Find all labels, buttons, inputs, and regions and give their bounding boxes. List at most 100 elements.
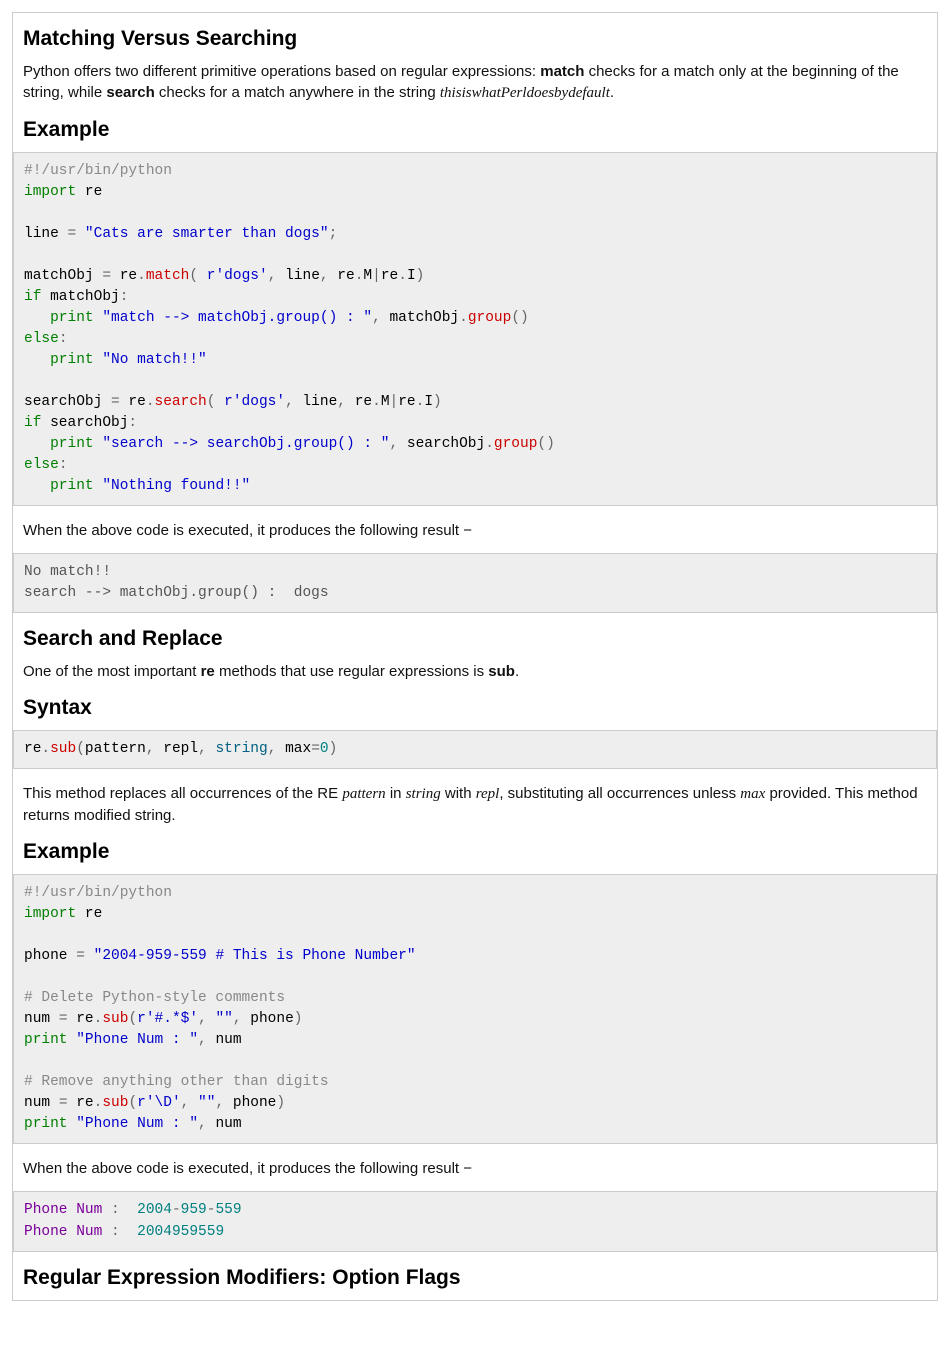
code-string: "search --> searchObj.group() : " [94, 436, 390, 452]
code-re: re [120, 394, 146, 410]
code-flag: M [381, 394, 390, 410]
code-rawstr: r'dogs' [224, 394, 285, 410]
code-var: num [24, 1095, 59, 1111]
code-comma: , [198, 1116, 207, 1132]
code-comma: , [389, 436, 398, 452]
code-paren: ) [294, 1011, 303, 1027]
code-comma: , [146, 741, 155, 757]
code-group: group [494, 436, 538, 452]
code-indent [24, 352, 50, 368]
code-if: if [24, 415, 41, 431]
output-text: Phone [24, 1202, 68, 1218]
code-var: searchObj [41, 415, 128, 431]
code-sub: sub [102, 1011, 128, 1027]
code-rawstr: r'#.*$' [137, 1011, 198, 1027]
code-paren: ) [329, 741, 338, 757]
code-comma: , [198, 1032, 207, 1048]
code-flag: M [363, 268, 372, 284]
text: . [610, 84, 614, 101]
code-dot: . [137, 268, 146, 284]
code-arg: repl [155, 741, 199, 757]
heading-syntax: Syntax [23, 696, 927, 720]
code-arg: num [207, 1032, 242, 1048]
code-comma: , [337, 394, 346, 410]
code-dot: . [459, 310, 468, 326]
heading-example-1: Example [23, 118, 927, 142]
italic-repl: repl [476, 786, 500, 802]
code-paren: ( [76, 741, 85, 757]
code-comma: , [198, 1011, 207, 1027]
code-rawstr: r'dogs' [207, 268, 268, 284]
output-num: 559 [215, 1202, 241, 1218]
output-text: Num [68, 1224, 112, 1240]
italic-pattern: pattern [342, 786, 385, 802]
code-if: if [24, 289, 41, 305]
code-var: line [24, 226, 68, 242]
code-arg: string [207, 741, 268, 757]
code-print: print [50, 352, 94, 368]
code-paren: ( [128, 1095, 137, 1111]
code-eq: = [311, 741, 320, 757]
code-pipe: | [390, 394, 399, 410]
code-colon: : [128, 415, 137, 431]
text: in [386, 785, 406, 802]
code-eq: = [111, 394, 120, 410]
code-string: "" [189, 1095, 215, 1111]
output-text: Num [68, 1202, 112, 1218]
code-arg: line [276, 268, 320, 284]
code-block-2: #!/usr/bin/python import re phone = "200… [13, 874, 937, 1144]
code-var: matchObj [24, 268, 102, 284]
code-print: print [24, 1032, 68, 1048]
code-match: match [146, 268, 190, 284]
output-colon: : [111, 1224, 120, 1240]
code-group: group [468, 310, 512, 326]
intro-paragraph: Python offers two different primitive op… [23, 61, 927, 104]
code-comma: , [320, 268, 329, 284]
code-eq: = [59, 1011, 68, 1027]
code-rawstr: r'\D' [137, 1095, 181, 1111]
document-page: Matching Versus Searching Python offers … [12, 12, 938, 1301]
code-string: "Nothing found!!" [94, 478, 251, 494]
code-re: re [346, 394, 372, 410]
heading-matching-vs-searching: Matching Versus Searching [23, 27, 927, 51]
code-import: import [24, 184, 76, 200]
code-var: searchObj [398, 436, 485, 452]
code-colon: : [59, 331, 68, 347]
code-eq: = [76, 948, 85, 964]
code-var: phone [24, 948, 76, 964]
code-import: import [24, 906, 76, 922]
search-replace-paragraph: One of the most important re methods tha… [23, 661, 927, 682]
code-comma: , [215, 1095, 224, 1111]
code-dot: . [372, 394, 381, 410]
output-colon: : [111, 1202, 120, 1218]
code-paren: ) [416, 268, 425, 284]
code-re: re [398, 394, 415, 410]
code-re: re [111, 268, 137, 284]
code-re: re [76, 906, 102, 922]
code-print: print [50, 436, 94, 452]
code-arg: num [207, 1116, 242, 1132]
code-sub: sub [50, 741, 76, 757]
text: checks for a match anywhere in the strin… [155, 84, 440, 101]
code-comment: # Remove anything other than digits [24, 1074, 329, 1090]
code-shebang: #!/usr/bin/python [24, 885, 172, 901]
bold-search: search [106, 84, 154, 101]
code-re: re [24, 741, 41, 757]
code-eq: = [59, 1095, 68, 1111]
code-parens: () [511, 310, 528, 326]
italic-perl-default: thisiswhatPerldoesbydefault [440, 85, 610, 101]
code-re: re [68, 1095, 94, 1111]
code-string: "No match!!" [94, 352, 207, 368]
code-arg: pattern [85, 741, 146, 757]
code-sp [198, 268, 207, 284]
code-comma: , [372, 310, 381, 326]
italic-max: max [740, 786, 765, 802]
code-indent [24, 310, 50, 326]
code-shebang: #!/usr/bin/python [24, 163, 172, 179]
code-sp [215, 394, 224, 410]
code-block-syntax: re.sub(pattern, repl, string, max=0) [13, 730, 937, 769]
heading-regex-modifiers: Regular Expression Modifiers: Option Fla… [23, 1266, 927, 1290]
code-colon: : [59, 457, 68, 473]
bold-match: match [540, 63, 584, 80]
code-indent [24, 436, 50, 452]
